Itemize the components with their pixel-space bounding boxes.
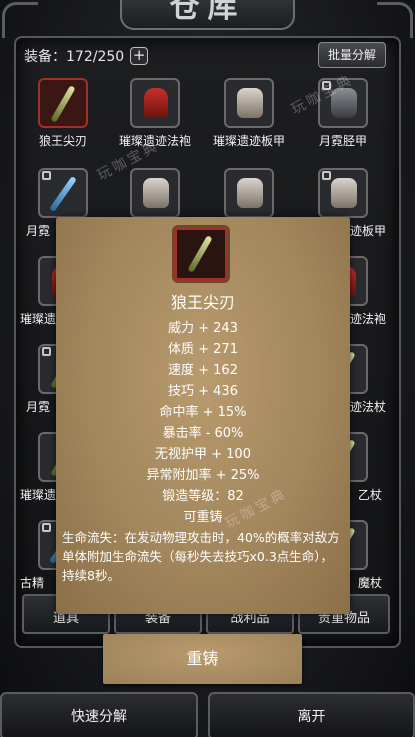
item-label: 月霓胫甲 xyxy=(318,134,367,148)
blade-icon xyxy=(50,85,76,123)
lock-icon xyxy=(322,171,331,180)
equip-count: 装备：172/250 + xyxy=(24,46,149,66)
lock-icon xyxy=(42,171,51,180)
item-label: 狼王尖刃 xyxy=(38,134,87,148)
armor-icon xyxy=(237,88,263,118)
armor-icon xyxy=(331,178,357,208)
reforge-button[interactable]: 重铸 xyxy=(103,634,302,684)
item-icon xyxy=(224,78,274,128)
frame-corner-ornament xyxy=(377,2,413,38)
title-plate: 仓库 xyxy=(120,0,295,30)
armor-icon xyxy=(143,178,169,208)
stat-line: 无视护甲 + 100 xyxy=(155,447,251,462)
leave-button[interactable]: 离开 xyxy=(208,692,415,737)
item-icon xyxy=(318,168,368,218)
item-slot[interactable] xyxy=(204,168,294,218)
blade-icon xyxy=(187,235,213,273)
item-icon xyxy=(38,78,88,128)
stat-line: 暴击率 - 60% xyxy=(162,426,244,441)
robe-icon xyxy=(144,88,168,118)
stat-line: 速度 + 162 xyxy=(168,363,238,378)
stat-line: 可重铸 xyxy=(183,510,223,525)
item-icon xyxy=(130,168,180,218)
ice-blade-icon xyxy=(49,175,77,213)
lock-icon xyxy=(42,523,51,532)
item-icon xyxy=(38,168,88,218)
item-description: 生命流失：在发动物理攻击时，40%的概率对敌方单体附加生命流失（每秒失去技巧x0… xyxy=(62,530,340,583)
item-icon xyxy=(224,168,274,218)
stat-line: 体质 + 271 xyxy=(168,342,238,357)
item-name: 狼王尖刃 xyxy=(170,293,235,312)
bulk-decompose-button[interactable]: 批量分解 xyxy=(318,42,386,68)
stat-line: 威力 + 243 xyxy=(168,321,238,336)
item-label: 璀璨遗迹板甲 xyxy=(212,134,285,148)
equip-count-label: 装备：172/250 xyxy=(24,49,125,65)
item-detail-icon xyxy=(174,227,228,281)
frame-corner-ornament xyxy=(2,2,38,38)
armor-icon xyxy=(237,178,263,208)
item-slot[interactable]: 璀璨遗迹板甲 xyxy=(204,78,294,149)
game-screen: 仓库 装备：172/250 + 批量分解 狼王尖刃 璀璨遗迹法袍 璀璨遗迹板甲 … xyxy=(0,0,415,737)
window-title: 仓库 xyxy=(169,0,246,25)
quick-decompose-button[interactable]: 快速分解 xyxy=(0,692,198,737)
item-icon xyxy=(130,78,180,128)
item-detail-popup: 狼王尖刃 威力 + 243 体质 + 271 速度 + 162 技巧 + 436… xyxy=(56,217,350,614)
stat-line: 命中率 + 15% xyxy=(159,405,247,420)
item-slot[interactable]: 狼王尖刃 xyxy=(18,78,108,149)
stat-line: 锻造等级：82 xyxy=(162,489,244,504)
stat-line: 技巧 + 436 xyxy=(168,384,238,399)
stat-line: 异常附加率 + 25% xyxy=(146,468,260,483)
expand-capacity-button[interactable]: + xyxy=(130,47,149,65)
lock-icon xyxy=(42,347,51,356)
item-slot[interactable] xyxy=(110,168,200,218)
item-stats: 威力 + 243 体质 + 271 速度 + 162 技巧 + 436 命中率 … xyxy=(56,318,350,528)
